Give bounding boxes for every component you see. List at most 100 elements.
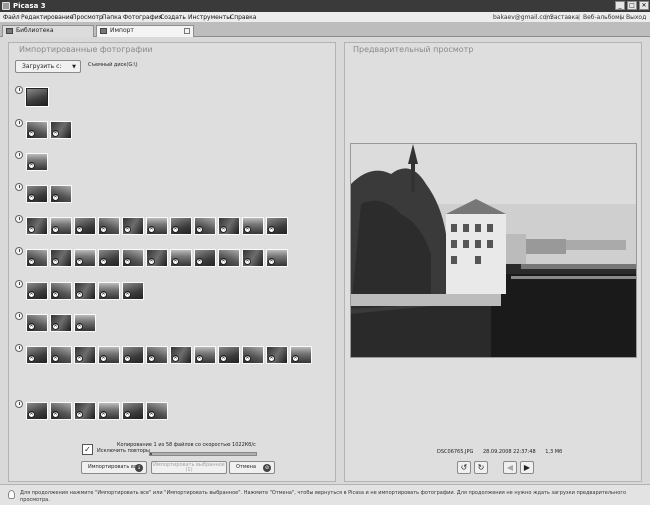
exclude-mark-icon[interactable]: ✕ bbox=[76, 323, 83, 330]
photo-thumbnail[interactable]: ✕ bbox=[266, 249, 288, 267]
menu-file[interactable]: Файл bbox=[3, 14, 20, 21]
photo-thumbnail[interactable]: ✕ bbox=[218, 346, 240, 364]
photo-thumbnail[interactable]: ✕ bbox=[146, 217, 168, 235]
exclude-mark-icon[interactable]: ✕ bbox=[100, 355, 107, 362]
photo-thumbnail[interactable]: ✕ bbox=[26, 402, 48, 420]
photo-thumbnail[interactable]: ✕ bbox=[242, 249, 264, 267]
exclude-mark-icon[interactable]: ✕ bbox=[124, 355, 131, 362]
source-dropdown[interactable]: Загрузить с: ▼ bbox=[15, 60, 81, 73]
menu-view[interactable]: Просмотр bbox=[72, 14, 103, 21]
photo-thumbnail[interactable]: ✕ bbox=[26, 153, 48, 171]
exclude-mark-icon[interactable]: ✕ bbox=[52, 323, 59, 330]
exclude-mark-icon[interactable]: ✕ bbox=[220, 355, 227, 362]
photo-thumbnail[interactable]: ✕ bbox=[26, 346, 48, 364]
exclude-mark-icon[interactable]: ✕ bbox=[268, 258, 275, 265]
exclude-mark-icon[interactable]: ✕ bbox=[76, 411, 83, 418]
photo-thumbnail[interactable]: ✕ bbox=[194, 249, 216, 267]
tab-import[interactable]: Импорт bbox=[96, 25, 194, 37]
exclude-mark-icon[interactable]: ✕ bbox=[52, 226, 59, 233]
photo-thumbnail[interactable]: ✕ bbox=[50, 249, 72, 267]
exclude-mark-icon[interactable]: ✕ bbox=[28, 226, 35, 233]
exclude-mark-icon[interactable]: ✕ bbox=[76, 226, 83, 233]
photo-thumbnail[interactable]: ✕ bbox=[98, 402, 120, 420]
exclude-mark-icon[interactable]: ✕ bbox=[28, 130, 35, 137]
exclude-mark-icon[interactable]: ✕ bbox=[196, 226, 203, 233]
photo-thumbnail[interactable]: ✕ bbox=[26, 314, 48, 332]
photo-thumbnail[interactable]: ✕ bbox=[146, 346, 168, 364]
photo-thumbnail[interactable]: ✕ bbox=[50, 185, 72, 203]
photo-thumbnail[interactable]: ✕ bbox=[98, 282, 120, 300]
exclude-mark-icon[interactable]: ✕ bbox=[28, 355, 35, 362]
photo-thumbnail[interactable]: ✕ bbox=[146, 249, 168, 267]
exclude-mark-icon[interactable]: ✕ bbox=[220, 226, 227, 233]
photo-thumbnail[interactable]: ✕ bbox=[98, 217, 120, 235]
menu-tools[interactable]: Инструменты bbox=[188, 14, 231, 21]
menu-help[interactable]: Справка bbox=[230, 14, 256, 21]
photo-thumbnail[interactable]: ✕ bbox=[98, 346, 120, 364]
exclude-mark-icon[interactable]: ✕ bbox=[268, 226, 275, 233]
photo-thumbnail[interactable]: ✕ bbox=[74, 249, 96, 267]
tab-library[interactable]: Библиотека bbox=[2, 25, 94, 37]
rotate-right-button[interactable]: ↻ bbox=[474, 461, 488, 474]
exclude-mark-icon[interactable]: ✕ bbox=[76, 258, 83, 265]
exclude-mark-icon[interactable]: ✕ bbox=[148, 355, 155, 362]
import-selected-button[interactable]: Импортировать выбранное (1) bbox=[151, 461, 227, 474]
exclude-mark-icon[interactable]: ✕ bbox=[28, 194, 35, 201]
maximize-button[interactable]: □ bbox=[627, 1, 637, 10]
prev-photo-button[interactable]: ◀ bbox=[503, 461, 517, 474]
exclude-mark-icon[interactable]: ✕ bbox=[220, 258, 227, 265]
exclude-mark-icon[interactable]: ✕ bbox=[100, 291, 107, 298]
import-all-button[interactable]: Импортировать все ↓ bbox=[81, 461, 147, 474]
photo-thumbnail[interactable]: ✕ bbox=[74, 314, 96, 332]
photo-thumbnail[interactable]: ✕ bbox=[122, 249, 144, 267]
photo-thumbnail[interactable]: ✕ bbox=[170, 249, 192, 267]
photo-thumbnail[interactable]: ✕ bbox=[242, 217, 264, 235]
exclude-mark-icon[interactable]: ✕ bbox=[124, 411, 131, 418]
photo-thumbnail[interactable]: ✕ bbox=[266, 346, 288, 364]
photo-thumbnail[interactable]: ✕ bbox=[50, 346, 72, 364]
menu-photo[interactable]: Фотография bbox=[123, 14, 162, 21]
menu-folder[interactable]: Папка bbox=[102, 14, 121, 21]
exclude-mark-icon[interactable]: ✕ bbox=[172, 355, 179, 362]
web-albums-link[interactable]: Веб-альбомы bbox=[583, 14, 624, 21]
exclude-mark-icon[interactable]: ✕ bbox=[172, 258, 179, 265]
photo-thumbnail[interactable] bbox=[25, 87, 49, 107]
exclude-mark-icon[interactable]: ✕ bbox=[148, 411, 155, 418]
sign-out-link[interactable]: Выход bbox=[626, 14, 646, 21]
exclude-mark-icon[interactable]: ✕ bbox=[196, 258, 203, 265]
exclude-mark-icon[interactable]: ✕ bbox=[124, 258, 131, 265]
tab-close-icon[interactable] bbox=[184, 28, 190, 34]
exclude-mark-icon[interactable]: ✕ bbox=[124, 291, 131, 298]
photo-thumbnail[interactable]: ✕ bbox=[122, 402, 144, 420]
exclude-mark-icon[interactable]: ✕ bbox=[268, 355, 275, 362]
photo-thumbnail[interactable]: ✕ bbox=[26, 217, 48, 235]
exclude-mark-icon[interactable]: ✕ bbox=[52, 258, 59, 265]
photo-thumbnail[interactable]: ✕ bbox=[194, 346, 216, 364]
exclude-mark-icon[interactable]: ✕ bbox=[52, 291, 59, 298]
exclude-mark-icon[interactable]: ✕ bbox=[100, 226, 107, 233]
exclude-mark-icon[interactable]: ✕ bbox=[76, 291, 83, 298]
exclude-duplicates-checkbox[interactable]: ✓ bbox=[82, 444, 93, 455]
exclude-mark-icon[interactable]: ✕ bbox=[28, 162, 35, 169]
photo-thumbnail[interactable]: ✕ bbox=[74, 217, 96, 235]
exclude-mark-icon[interactable]: ✕ bbox=[52, 130, 59, 137]
photo-thumbnail[interactable]: ✕ bbox=[50, 314, 72, 332]
exclude-mark-icon[interactable]: ✕ bbox=[244, 258, 251, 265]
photo-thumbnail[interactable]: ✕ bbox=[26, 282, 48, 300]
exclude-mark-icon[interactable]: ✕ bbox=[100, 258, 107, 265]
exclude-mark-icon[interactable]: ✕ bbox=[172, 226, 179, 233]
exclude-mark-icon[interactable]: ✕ bbox=[52, 355, 59, 362]
photo-thumbnail[interactable]: ✕ bbox=[122, 282, 144, 300]
photo-thumbnail[interactable]: ✕ bbox=[122, 217, 144, 235]
photo-thumbnail[interactable]: ✕ bbox=[50, 402, 72, 420]
photo-thumbnail[interactable]: ✕ bbox=[50, 217, 72, 235]
exclude-mark-icon[interactable]: ✕ bbox=[52, 411, 59, 418]
photo-thumbnail[interactable]: ✕ bbox=[50, 121, 72, 139]
photo-thumbnail[interactable]: ✕ bbox=[26, 121, 48, 139]
photo-thumbnail[interactable]: ✕ bbox=[74, 282, 96, 300]
screensaver-link[interactable]: Заставка bbox=[550, 14, 579, 21]
exclude-mark-icon[interactable]: ✕ bbox=[100, 411, 107, 418]
exclude-mark-icon[interactable]: ✕ bbox=[28, 323, 35, 330]
exclude-mark-icon[interactable]: ✕ bbox=[148, 226, 155, 233]
close-button[interactable]: ✕ bbox=[639, 1, 649, 10]
